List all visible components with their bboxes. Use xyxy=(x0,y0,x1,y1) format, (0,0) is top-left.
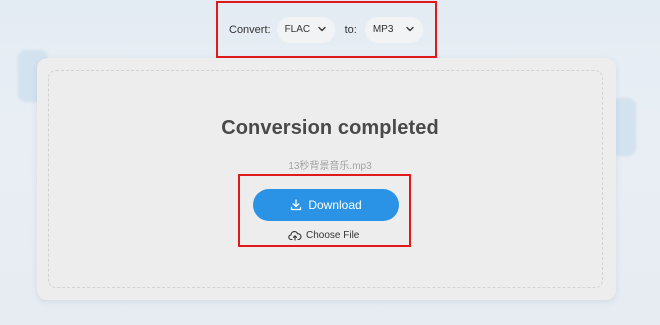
convert-label: Convert: xyxy=(229,23,271,36)
choose-file-button[interactable]: Choose File xyxy=(288,228,359,242)
convert-toolbar: Convert: FLAC to: MP3 xyxy=(216,1,437,58)
choose-file-label: Choose File xyxy=(306,229,360,241)
to-format-value: MP3 xyxy=(372,24,394,35)
download-button[interactable]: Download xyxy=(253,189,399,221)
download-button-label: Download xyxy=(308,198,362,212)
output-filename: 13秒背景音乐.mp3 xyxy=(288,161,372,172)
download-icon xyxy=(291,199,302,211)
chevron-down-icon xyxy=(317,26,326,31)
to-format-select[interactable]: MP3 xyxy=(364,16,423,43)
cloud-upload-icon xyxy=(288,230,302,241)
chevron-down-icon xyxy=(406,26,414,31)
to-label: to: xyxy=(344,23,357,36)
conversion-status-title: Conversion completed xyxy=(221,117,439,139)
from-format-select[interactable]: FLAC xyxy=(276,16,335,43)
from-format-value: FLAC xyxy=(284,24,311,35)
